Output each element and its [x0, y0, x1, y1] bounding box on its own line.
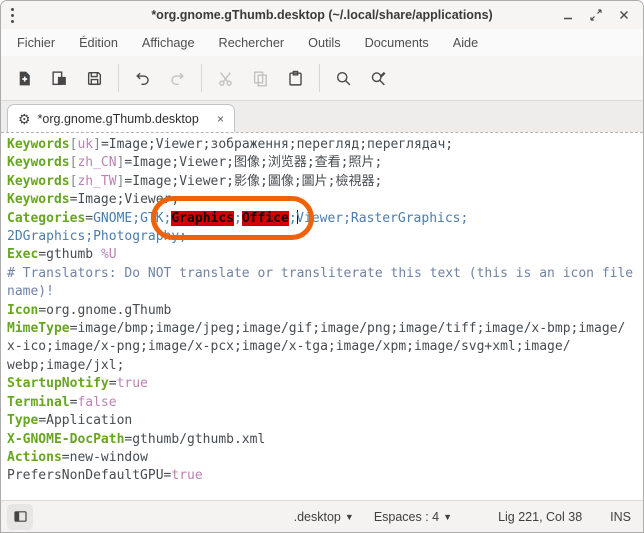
text-editor-area[interactable]: Keywords[uk]=Image;Viewer;зображення;пер… — [1, 132, 643, 500]
search-icon — [335, 70, 352, 87]
code-line: name)! — [7, 283, 643, 301]
code-line: # Translators: Do NOT translate or trans… — [7, 265, 643, 283]
search-button[interactable] — [326, 62, 361, 94]
code-line: Keywords[zh_TW]=Image;Viewer;影像;圖像;圖片;檢視… — [7, 173, 643, 191]
code-line: PrefersNonDefaultGPU=true — [7, 467, 643, 485]
new-document-button[interactable] — [7, 62, 42, 94]
code-line: Terminal=false — [7, 394, 643, 412]
toolbar-separator — [201, 64, 202, 92]
cut-button[interactable] — [208, 62, 243, 94]
undo-button[interactable] — [125, 62, 160, 94]
tab-label: *org.gnome.gThumb.desktop — [38, 112, 199, 126]
code-line: x-ico;image/x-png;image/x-pcx;image/x-tg… — [7, 338, 643, 356]
menu-item-outils[interactable]: Outils — [296, 32, 352, 54]
menu-item-edition[interactable]: Édition — [67, 32, 130, 54]
menu-item-affichage[interactable]: Affichage — [130, 32, 207, 54]
paste-icon — [287, 70, 304, 87]
code-line: StartupNotify=true — [7, 375, 643, 393]
code-line: Icon=org.gnome.gThumb — [7, 302, 643, 320]
tab-width-dropdown[interactable]: Espaces : 4 ▼ — [368, 507, 458, 527]
save-document-icon — [86, 70, 103, 87]
cut-icon — [217, 70, 234, 87]
open-document-icon — [51, 70, 68, 87]
copy-button[interactable] — [243, 62, 278, 94]
window-title: *org.gnome.gThumb.desktop (~/.local/shar… — [1, 8, 643, 22]
tab-bar: ⚙ *org.gnome.gThumb.desktop × — [1, 101, 643, 132]
cursor-position-label: Lig 221, Col 38 — [498, 510, 582, 524]
search-and-replace-icon — [370, 70, 387, 87]
redo-icon — [169, 70, 186, 87]
code-line: webp;image/jxl; — [7, 357, 643, 375]
toolbar-separator — [118, 64, 119, 92]
toolbar-separator — [319, 64, 320, 92]
menu-item-rechercher[interactable]: Rechercher — [207, 32, 297, 54]
code-line: Keywords=Image;Viewer; — [7, 191, 643, 209]
menu-item-documents[interactable]: Documents — [353, 32, 441, 54]
window-grip-dots-icon — [11, 8, 14, 23]
search-and-replace-button[interactable] — [361, 62, 396, 94]
save-document-button[interactable] — [77, 62, 112, 94]
code-line: Actions=new-window — [7, 449, 643, 467]
search-match-highlight: Graphics — [171, 211, 234, 226]
redo-button[interactable] — [160, 62, 195, 94]
code-line: Type=Application — [7, 412, 643, 430]
code-line: Keywords[zh_CN]=Image;Viewer;图像;浏览器;查看;照… — [7, 154, 643, 172]
paste-button[interactable] — [278, 62, 313, 94]
statusbar: .desktop ▼ Espaces : 4 ▼ Lig 221, Col 38… — [1, 500, 643, 532]
code-line: MimeType=image/bmp;image/jpeg;image/gif;… — [7, 320, 643, 338]
chevron-down-icon: ▼ — [443, 512, 452, 522]
code-line: 2DGraphics;Photography; — [7, 228, 643, 246]
menu-item-aide[interactable]: Aide — [441, 32, 490, 54]
code-line: X-GNOME-DocPath=gthumb/gthumb.xml — [7, 431, 643, 449]
titlebar: *org.gnome.gThumb.desktop (~/.local/shar… — [1, 1, 643, 29]
restore-button[interactable] — [585, 5, 607, 25]
tab-width-label: Espaces : 4 — [374, 510, 439, 524]
filetype-dropdown[interactable]: .desktop ▼ — [288, 507, 360, 527]
search-match-highlight: Office — [242, 211, 289, 226]
copy-icon — [252, 70, 269, 87]
toolbar — [1, 56, 643, 101]
code-line: Keywords[uk]=Image;Viewer;зображення;пер… — [7, 136, 643, 154]
side-panel-toggle-button[interactable] — [7, 504, 33, 530]
code-line: Categories=GNOME;GTK;Graphics;Office;Vie… — [7, 210, 643, 228]
tab-close-icon[interactable]: × — [215, 112, 226, 126]
undo-icon — [134, 70, 151, 87]
open-document-button[interactable] — [42, 62, 77, 94]
tab-org-gnome-gthumb-desktop[interactable]: ⚙ *org.gnome.gThumb.desktop × — [7, 104, 235, 132]
minimize-button[interactable] — [557, 5, 579, 25]
chevron-down-icon: ▼ — [345, 512, 354, 522]
menu-item-fichier[interactable]: Fichier — [5, 32, 67, 54]
new-document-icon — [16, 70, 33, 87]
menubar: FichierÉditionAffichageRechercherOutilsD… — [1, 29, 643, 56]
filetype-label: .desktop — [294, 510, 341, 524]
gear-icon: ⚙ — [18, 112, 31, 126]
close-button[interactable] — [613, 5, 635, 25]
text-editor-window: *org.gnome.gThumb.desktop (~/.local/shar… — [0, 0, 644, 533]
insert-mode-label: INS — [610, 510, 631, 524]
code-line: Exec=gthumb %U — [7, 246, 643, 264]
